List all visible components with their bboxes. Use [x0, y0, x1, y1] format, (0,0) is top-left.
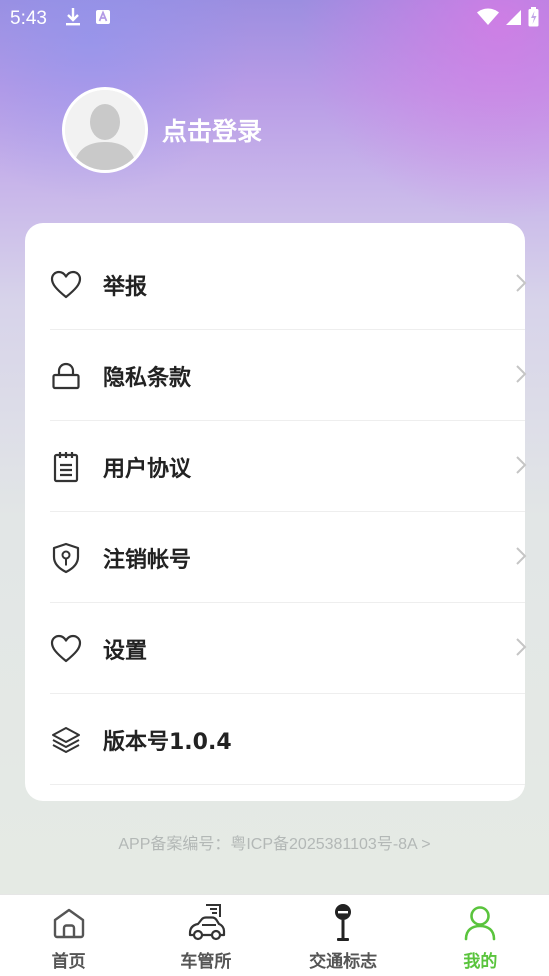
car-icon	[186, 903, 226, 943]
chevron-right-icon	[515, 637, 527, 661]
menu-item-settings[interactable]: 设置	[50, 603, 527, 694]
profile-login[interactable]: 点击登录	[62, 87, 262, 173]
tab-label: 车管所	[180, 952, 232, 972]
menu-item-privacy[interactable]: 隐私条款	[50, 330, 527, 421]
tab-traffic-signs[interactable]: 交通标志	[275, 895, 412, 976]
login-link[interactable]: 点击登录	[162, 112, 262, 148]
icp-filing-link[interactable]: APP备案编号：粤ICP备2025381103号-8A >	[0, 830, 549, 854]
status-bar: 5:43	[0, 0, 549, 38]
bottom-tab-bar: 首页 车管所 交通标志 我的	[0, 894, 549, 976]
chevron-right-icon	[515, 364, 527, 388]
menu-item-label: 版本号1.0.4	[103, 729, 232, 755]
tab-label: 我的	[463, 952, 498, 972]
menu-item-label: 举报	[103, 274, 148, 300]
chevron-right-icon	[515, 546, 527, 570]
menu-item-version[interactable]: 版本号1.0.4	[50, 694, 525, 785]
heart-icon	[50, 633, 82, 665]
menu-item-report[interactable]: 举报	[50, 239, 527, 330]
menu-item-delete-account[interactable]: 注销帐号	[50, 512, 527, 603]
shield-key-icon	[50, 542, 82, 574]
menu-item-label: 设置	[103, 638, 148, 664]
tab-label: 交通标志	[309, 952, 378, 972]
home-icon	[52, 903, 86, 943]
chevron-right-icon	[515, 273, 527, 297]
divider	[50, 784, 525, 785]
battery-charging-icon	[528, 7, 539, 31]
download-icon	[65, 7, 81, 31]
signal-icon	[505, 9, 522, 30]
notepad-icon	[50, 451, 82, 483]
a-notification-icon	[95, 9, 111, 29]
tab-label: 首页	[51, 952, 86, 972]
avatar[interactable]	[62, 87, 148, 173]
status-time: 5:43	[10, 8, 47, 29]
lock-icon	[50, 360, 82, 392]
menu-item-label: 用户协议	[103, 456, 192, 482]
menu-item-label: 隐私条款	[103, 365, 192, 391]
traffic-sign-icon	[328, 903, 358, 943]
tab-vehicle-office[interactable]: 车管所	[137, 895, 274, 976]
heart-icon	[50, 269, 82, 301]
chevron-right-icon	[515, 455, 527, 479]
tab-mine[interactable]: 我的	[412, 895, 549, 976]
wifi-icon	[477, 8, 499, 30]
layers-icon	[50, 724, 82, 756]
menu-item-user-agreement[interactable]: 用户协议	[50, 421, 527, 512]
menu-item-label: 注销帐号	[103, 547, 192, 573]
menu-card: 举报 隐私条款 用户协议 注销帐号 设置 版本号1.0.4	[25, 223, 527, 801]
tab-home[interactable]: 首页	[0, 895, 137, 976]
default-avatar-icon	[65, 90, 145, 170]
person-icon	[463, 903, 497, 943]
